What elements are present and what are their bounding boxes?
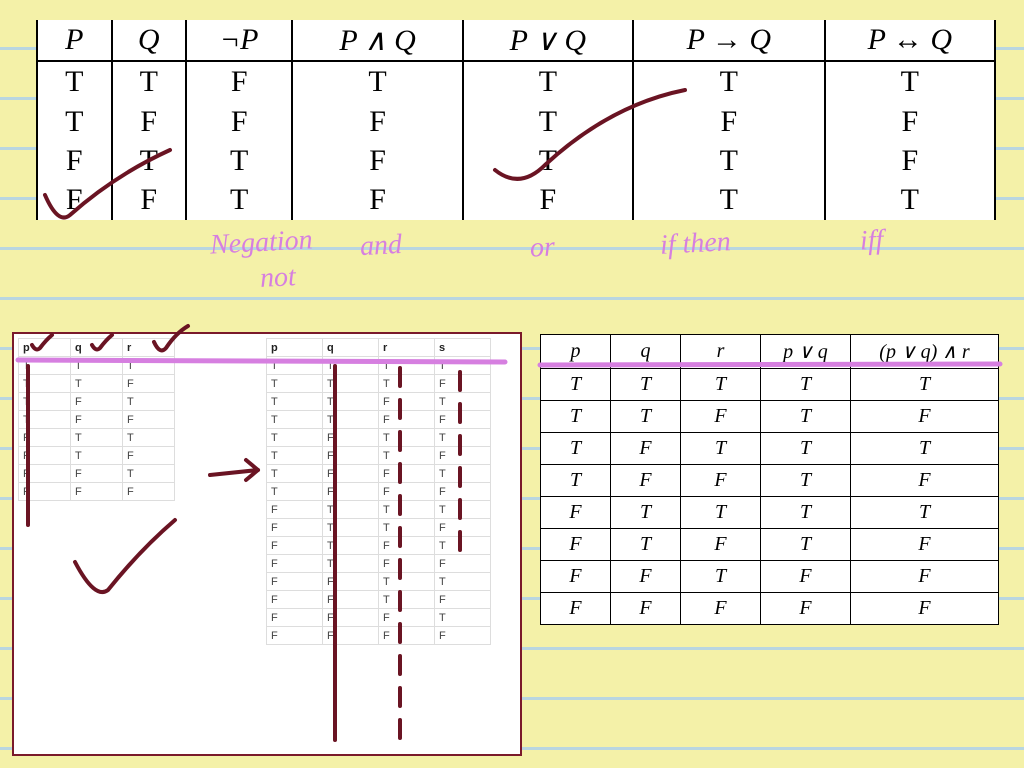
table-row: FTTTT [541,497,999,529]
mini-table-4var: p q r s TTTTTTTFTTFTTTFFTFTTTFTFTFFTTFFF… [266,338,491,645]
table-row: FTFT [267,537,491,555]
table-row: p q r [19,339,175,357]
table-row: FTTT [267,501,491,519]
table-row: FTTF [267,519,491,537]
col-Q: Q [112,20,187,61]
main-truth-table-header: P Q ¬P P ∧ Q P ∨ Q P → Q P ↔ Q [37,20,995,61]
table-row: FFTFFTT [37,181,995,220]
table-row: FTF [19,447,175,465]
table-row: TFF [19,411,175,429]
col-PiffQ: P ↔ Q [825,20,995,61]
table-row: TTTTT [541,369,999,401]
handwriting-negation: Negation [209,224,313,261]
mini-table-3var: p q r TTTTTFTFTTFFFTTFTFFFTFFF [18,338,175,501]
table-row: TTTT [267,357,491,375]
col-PorQ: P ∨ Q [463,20,633,61]
table-row: FFFFF [541,593,999,625]
handwriting-iff: iff [859,224,884,257]
table-row: p q r s [267,339,491,357]
table-row: FTTFTTF [37,141,995,180]
table-row: TFFT [267,465,491,483]
table-row: TTF [19,375,175,393]
table-row: TTTF [267,375,491,393]
table-row: FFT [19,465,175,483]
table-row: TFTTT [541,433,999,465]
col-PimpQ: P → Q [633,20,825,61]
main-truth-table: P Q ¬P P ∧ Q P ∨ Q P → Q P ↔ Q TTFTTTT T… [36,20,996,220]
table-row: TFTT [267,429,491,447]
table-row: FFTFF [541,561,999,593]
table-row: TTFTF [541,401,999,433]
handwriting-not: not [259,261,296,295]
table-row: FTT [19,429,175,447]
table-row: FFF [19,483,175,501]
table-row: TTFTTTT [37,61,995,101]
compound-truth-table: p q r p ∨ q (p ∨ q) ∧ r TTTTTTTFTFTFTTTT… [540,334,999,625]
handwriting-ifthen: if then [659,226,731,262]
handwriting-or: or [529,231,556,264]
col-notP: ¬P [186,20,292,61]
table-row: TFT [19,393,175,411]
table-row: FFFT [267,609,491,627]
table-row: TFFTF [541,465,999,497]
table-row: TFTF [267,447,491,465]
table-row: p q r p ∨ q (p ∨ q) ∧ r [541,335,999,369]
table-row: TTFF [267,411,491,429]
table-row: FTFF [267,555,491,573]
table-row: FFTF [267,591,491,609]
table-row: FTFTF [541,529,999,561]
table-row: TTT [19,357,175,375]
col-P: P [37,20,112,61]
table-row: FFFF [267,627,491,645]
table-row: TFFFTFF [37,102,995,141]
mini-tables-panel: p q r TTTTTFTFTTFFFTTFTFFFTFFF p q r s T… [12,332,522,756]
handwriting-and: and [359,229,403,263]
col-PandQ: P ∧ Q [292,20,462,61]
table-row: TTFT [267,393,491,411]
table-row: FFTT [267,573,491,591]
table-row: TFFF [267,483,491,501]
